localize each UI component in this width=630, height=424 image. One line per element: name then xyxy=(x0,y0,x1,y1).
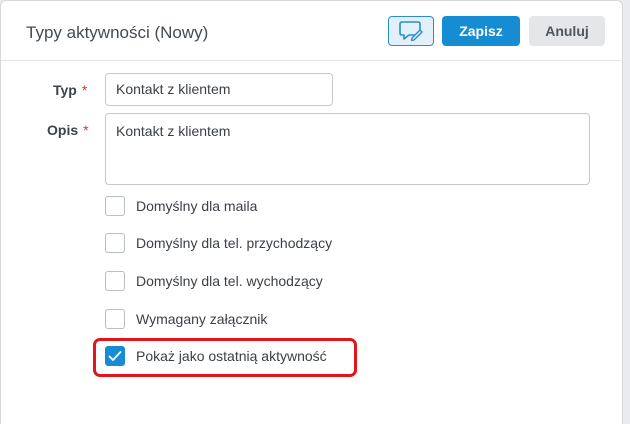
checkbox-box[interactable] xyxy=(105,346,125,366)
checkbox-box[interactable] xyxy=(105,309,125,329)
checkbox-show-as-last-activity[interactable]: Pokaż jako ostatnią aktywność xyxy=(105,345,327,367)
type-label-group: Typ * xyxy=(53,82,87,98)
checkbox-box[interactable] xyxy=(105,233,125,253)
type-label: Typ xyxy=(53,82,77,98)
checkbox-label: Domyślny dla tel. wychodzący xyxy=(136,273,323,289)
checkmark-icon xyxy=(108,351,122,361)
checkbox-label: Domyślny dla maila xyxy=(136,198,258,214)
type-input[interactable]: Kontakt z klientem xyxy=(105,73,333,106)
checkbox-box[interactable] xyxy=(105,196,125,216)
save-button[interactable]: Zapisz xyxy=(442,16,520,46)
checkbox-required-attachment[interactable]: Wymagany załącznik xyxy=(105,308,267,330)
cancel-button[interactable]: Anuluj xyxy=(529,16,605,46)
checkbox-label: Domyślny dla tel. przychodzący xyxy=(136,235,333,251)
checkbox-label: Pokaż jako ostatnią aktywność xyxy=(136,348,327,364)
checkbox-label: Wymagany załącznik xyxy=(136,311,268,327)
dialog-title: Typy aktywności (Nowy) xyxy=(26,23,209,42)
checkbox-default-incoming-call[interactable]: Domyślny dla tel. przychodzący xyxy=(105,232,332,254)
checkbox-default-email[interactable]: Domyślny dla maila xyxy=(105,195,257,217)
checkbox-default-outgoing-call[interactable]: Domyślny dla tel. wychodzący xyxy=(105,270,323,292)
description-label-group: Opis * xyxy=(47,122,89,138)
checkbox-box[interactable] xyxy=(105,271,125,291)
activity-type-dialog: Typy aktywności (Nowy) Zapisz Anuluj Typ… xyxy=(0,0,623,424)
description-required-mark: * xyxy=(83,122,89,138)
comment-button[interactable] xyxy=(388,16,434,46)
description-textarea[interactable]: Kontakt z klientem xyxy=(105,113,590,185)
description-label: Opis xyxy=(47,122,79,138)
header-divider xyxy=(1,60,622,61)
type-required-mark: * xyxy=(81,82,88,98)
comment-edit-icon xyxy=(399,21,423,42)
